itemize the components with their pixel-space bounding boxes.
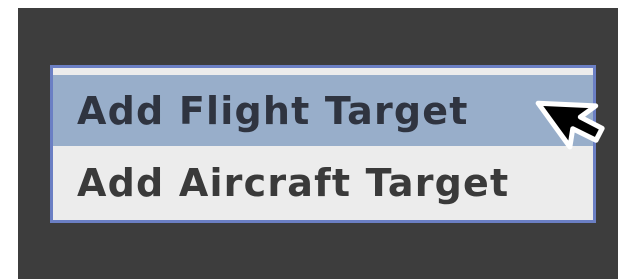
menu-item-add-aircraft-target[interactable]: Add Aircraft Target [53, 146, 593, 220]
menu-item-label: Add Flight Target [77, 88, 469, 133]
menu-top-padding [53, 68, 593, 75]
menu-item-add-flight-target[interactable]: Add Flight Target [53, 75, 593, 146]
mouse-pointer-icon [535, 100, 605, 150]
context-menu: Add Flight Target Add Aircraft Target [50, 65, 596, 223]
menu-item-label: Add Aircraft Target [77, 161, 510, 205]
